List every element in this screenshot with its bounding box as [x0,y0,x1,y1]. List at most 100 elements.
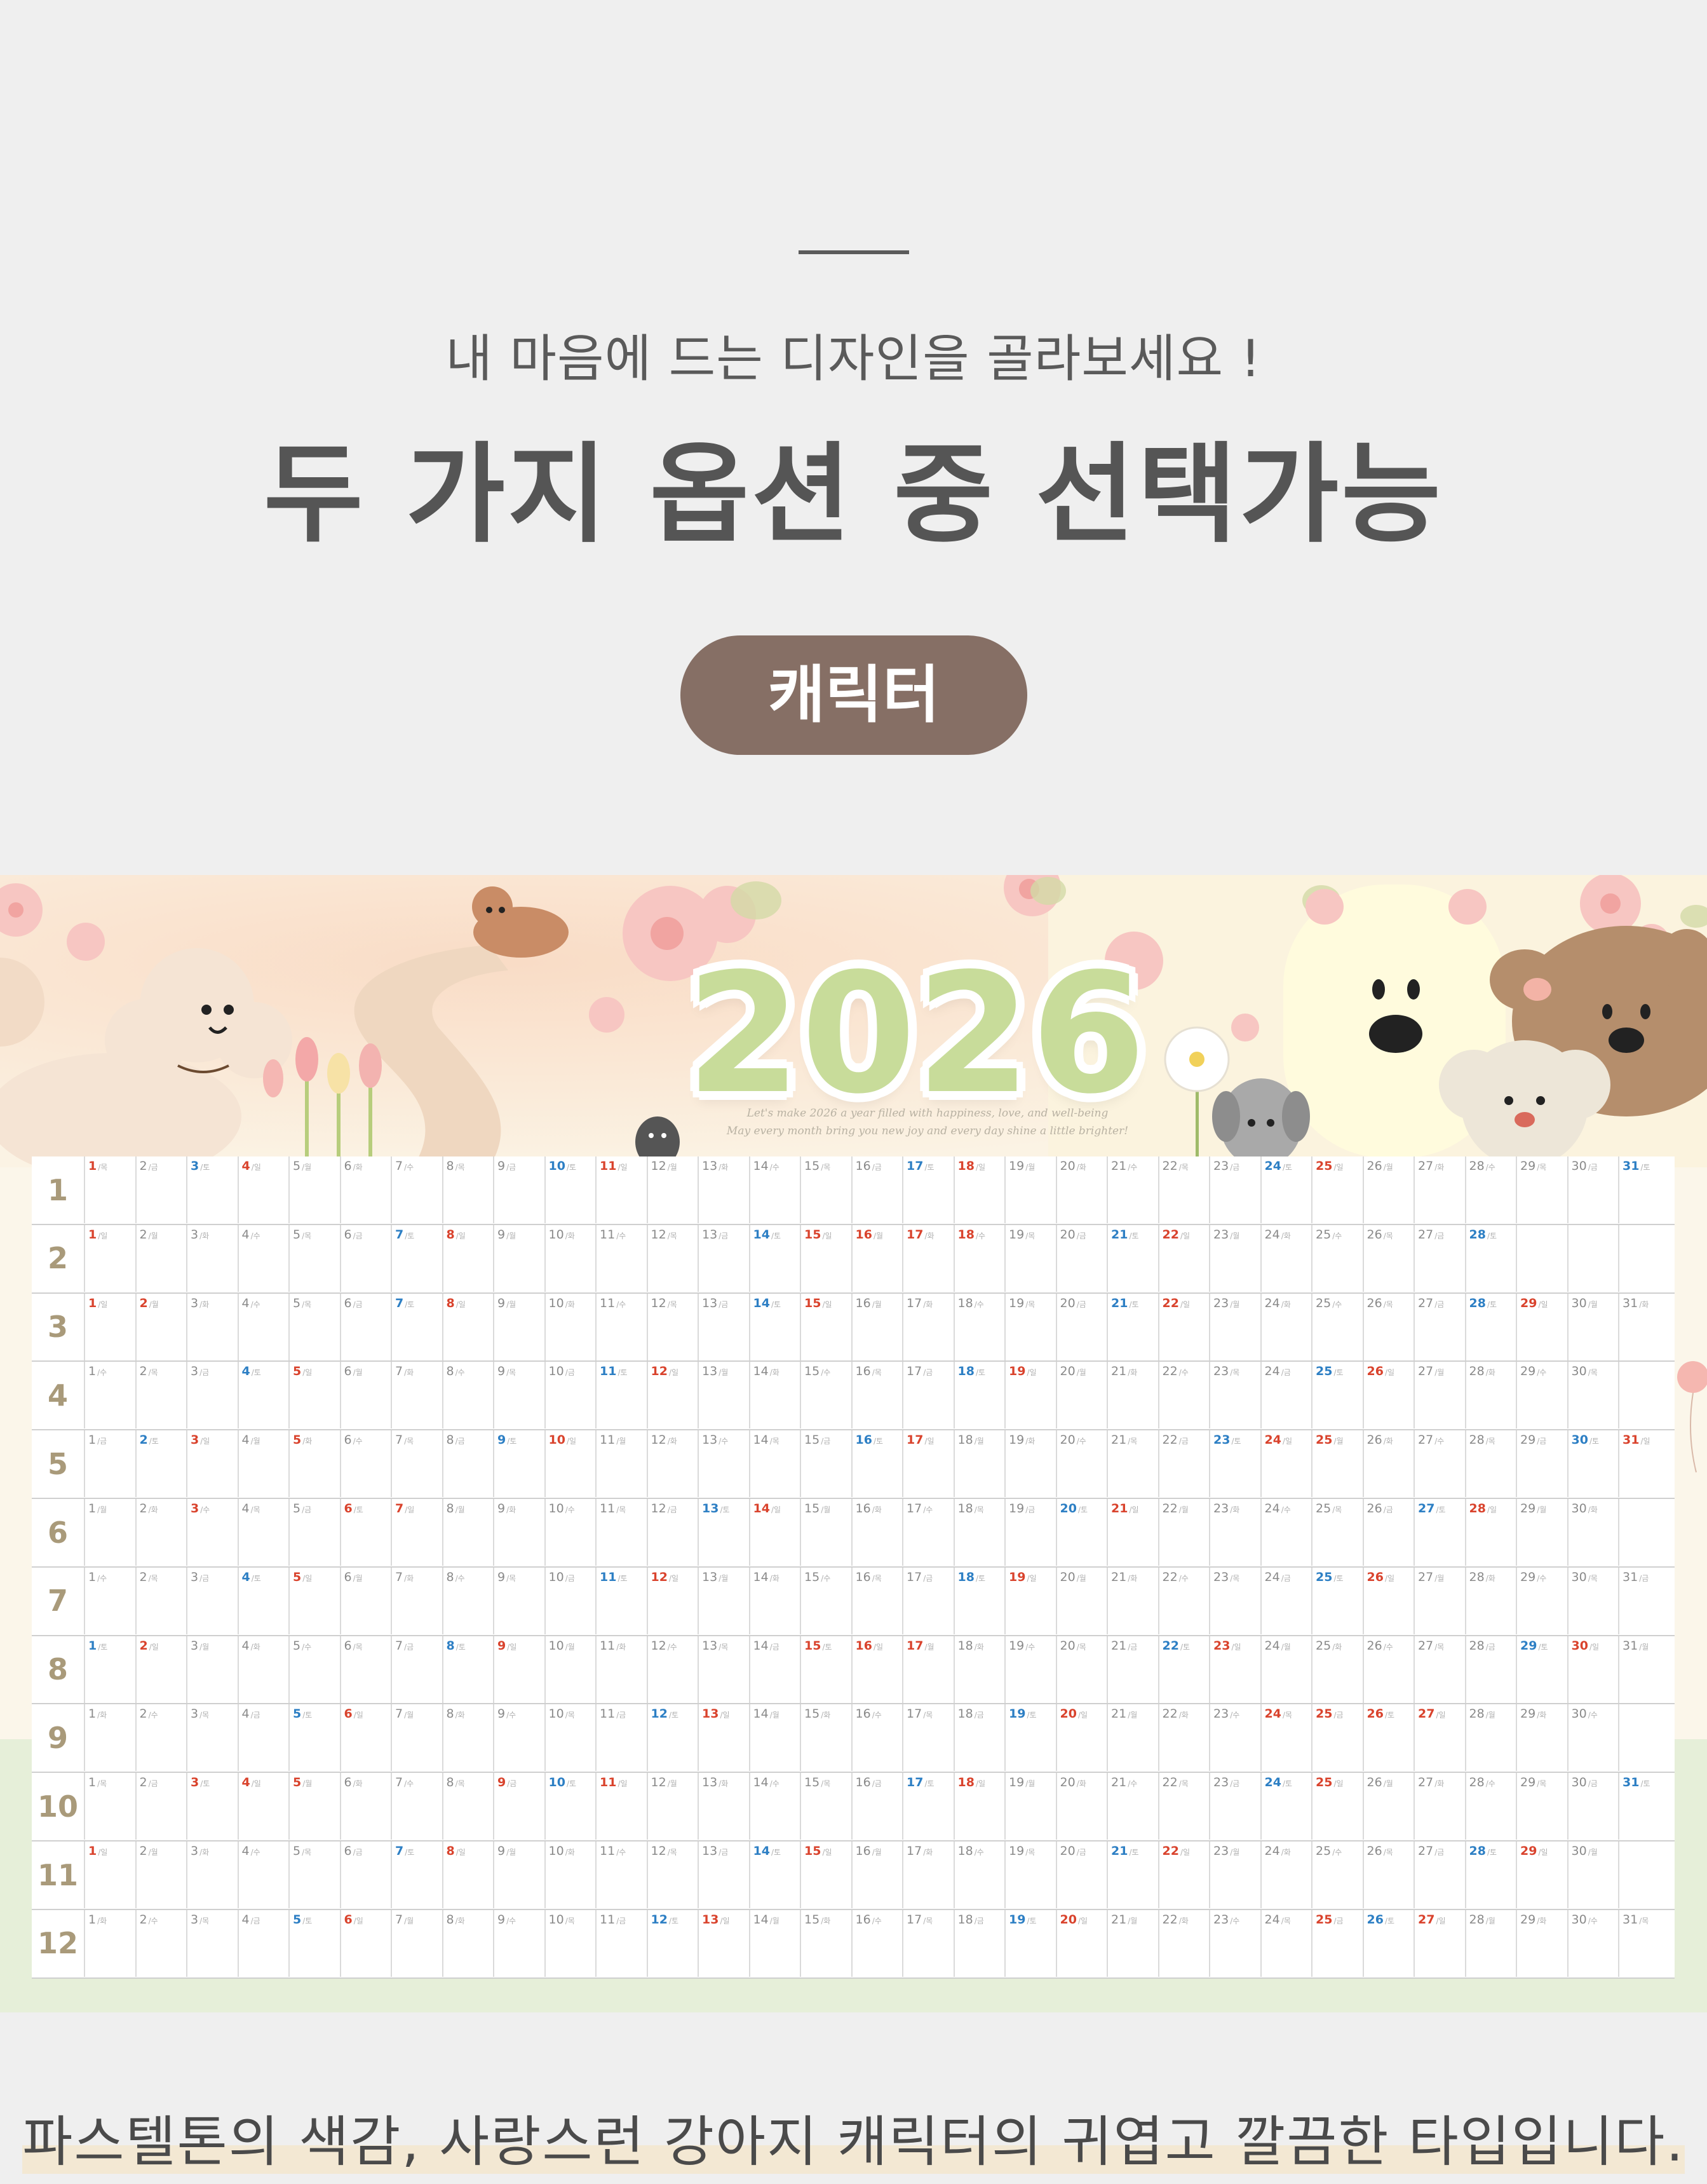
day-cell[interactable]: 19/월 [1004,1156,1056,1223]
day-cell[interactable]: 2/월 [135,1293,187,1360]
day-cell[interactable]: 9/월 [493,1293,544,1360]
day-cell[interactable]: 14/일 [748,1499,800,1566]
day-cell[interactable]: 24/월 [1260,1636,1312,1703]
day-cell[interactable]: 31/금 [1618,1567,1670,1634]
day-cell[interactable]: 21/월 [1107,1704,1158,1772]
day-cell[interactable]: 8/금 [442,1430,494,1498]
day-cell[interactable]: 5/수 [288,1636,340,1703]
day-cell[interactable]: 28/화 [1464,1567,1516,1634]
day-cell[interactable]: 7/화 [391,1362,442,1429]
day-cell[interactable]: 13/월 [698,1567,749,1634]
day-cell[interactable]: 25/금 [1311,1909,1363,1977]
day-cell[interactable]: 21/수 [1107,1156,1158,1223]
day-cell[interactable]: 11/화 [595,1636,647,1703]
day-cell[interactable]: 14/수 [748,1156,800,1223]
day-cell[interactable]: 18/일 [953,1773,1005,1840]
day-cell[interactable]: 25/일 [1311,1773,1363,1840]
day-cell[interactable]: 6/화 [339,1156,391,1223]
day-cell[interactable]: 6/월 [339,1567,391,1634]
day-cell[interactable]: 11/수 [595,1293,647,1360]
day-cell[interactable]: 27/일 [1414,1704,1465,1772]
day-cell[interactable]: 13/목 [698,1636,749,1703]
day-cell[interactable]: 6/일 [339,1909,391,1977]
day-cell[interactable]: 14/월 [748,1909,800,1977]
day-cell[interactable]: 7/토 [391,1224,442,1292]
day-cell[interactable]: 21/금 [1107,1636,1158,1703]
day-cell[interactable]: 27/토 [1414,1499,1465,1566]
day-cell[interactable]: 19/수 [1004,1636,1056,1703]
day-cell[interactable]: 2/수 [135,1704,187,1772]
day-cell[interactable]: 11/일 [595,1156,647,1223]
day-cell[interactable]: 5/월 [288,1156,340,1223]
day-cell[interactable]: 25/수 [1311,1293,1363,1360]
day-cell[interactable]: 31/월 [1618,1636,1670,1703]
day-cell[interactable]: 11/일 [595,1773,647,1840]
day-cell[interactable]: 4/수 [237,1224,289,1292]
day-cell[interactable]: 7/월 [391,1909,442,1977]
day-cell[interactable]: 13/토 [698,1499,749,1566]
day-cell[interactable]: 16/목 [851,1362,903,1429]
day-cell[interactable]: 23/목 [1209,1362,1260,1429]
day-cell[interactable]: 4/목 [237,1499,289,1566]
day-cell[interactable]: 10/수 [544,1499,596,1566]
day-cell[interactable]: 11/월 [595,1430,647,1498]
day-cell[interactable]: 26/수 [1362,1636,1414,1703]
day-cell[interactable]: 22/월 [1157,1499,1210,1566]
day-cell[interactable]: 1/일 [84,1293,135,1360]
day-cell[interactable]: 21/일 [1107,1499,1158,1566]
day-cell[interactable]: 5/월 [288,1773,340,1840]
day-cell[interactable]: 5/목 [288,1224,340,1292]
day-cell[interactable]: 6/일 [339,1704,391,1772]
day-cell[interactable]: 5/일 [288,1362,340,1429]
day-cell[interactable]: 3/금 [186,1567,238,1634]
day-cell[interactable]: 29/수 [1516,1362,1567,1429]
day-cell[interactable]: 12/월 [646,1156,698,1223]
day-cell[interactable]: 7/목 [391,1430,442,1498]
day-cell[interactable]: 8/수 [442,1362,494,1429]
day-cell[interactable]: 30/목 [1567,1362,1619,1429]
day-cell[interactable]: 12/토 [646,1909,698,1977]
day-cell[interactable]: 19/금 [1004,1499,1056,1566]
day-cell[interactable]: 14/토 [748,1293,800,1360]
day-cell[interactable]: 14/금 [748,1636,800,1703]
day-cell[interactable]: 12/목 [646,1224,698,1292]
day-cell[interactable]: 31/토 [1618,1156,1670,1223]
day-cell[interactable]: 22/수 [1157,1362,1210,1429]
day-cell[interactable]: 3/월 [186,1636,238,1703]
day-cell[interactable]: 7/금 [391,1636,442,1703]
day-cell[interactable]: 26/화 [1362,1430,1414,1498]
day-cell[interactable]: 27/수 [1414,1430,1465,1498]
day-cell[interactable]: 11/금 [595,1909,647,1977]
day-cell[interactable]: 11/목 [595,1499,647,1566]
day-cell[interactable]: 17/화 [902,1841,954,1908]
day-cell[interactable]: 10/토 [544,1773,596,1840]
day-cell[interactable]: 4/금 [237,1704,289,1772]
day-cell[interactable] [1618,1704,1670,1772]
day-cell[interactable]: 9/목 [493,1362,544,1429]
day-cell[interactable]: 16/화 [851,1499,903,1566]
day-cell[interactable]: 21/토 [1107,1841,1158,1908]
day-cell[interactable]: 26/목 [1362,1224,1414,1292]
day-cell[interactable]: 10/목 [544,1909,596,1977]
day-cell[interactable]: 29/화 [1516,1909,1567,1977]
day-cell[interactable]: 12/목 [646,1841,698,1908]
day-cell[interactable]: 19/목 [1004,1224,1056,1292]
day-cell[interactable]: 23/수 [1209,1909,1260,1977]
day-cell[interactable]: 27/화 [1414,1773,1465,1840]
day-cell[interactable]: 28/토 [1464,1841,1516,1908]
day-cell[interactable]: 1/화 [84,1704,135,1772]
day-cell[interactable]: 1/목 [84,1773,135,1840]
day-cell[interactable]: 20/토 [1055,1499,1107,1566]
day-cell[interactable]: 7/토 [391,1293,442,1360]
day-cell[interactable]: 9/목 [493,1567,544,1634]
day-cell[interactable]: 11/토 [595,1567,647,1634]
day-cell[interactable]: 26/토 [1362,1704,1414,1772]
day-cell[interactable]: 17/목 [902,1909,954,1977]
day-cell[interactable]: 2/수 [135,1909,187,1977]
day-cell[interactable]: 16/월 [851,1224,903,1292]
day-cell[interactable]: 26/월 [1362,1773,1414,1840]
day-cell[interactable]: 10/금 [544,1567,596,1634]
day-cell[interactable]: 7/화 [391,1567,442,1634]
day-cell[interactable]: 30/목 [1567,1567,1619,1634]
day-cell[interactable]: 29/토 [1516,1636,1567,1703]
